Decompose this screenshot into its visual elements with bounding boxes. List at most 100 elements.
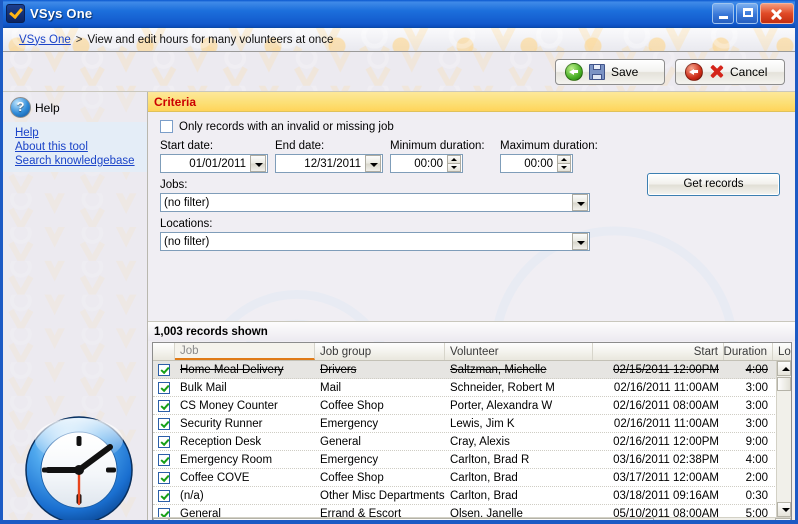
start-date-value: 01/01/2011 bbox=[189, 157, 246, 170]
cell-vol: Carlton, Brad bbox=[450, 489, 518, 502]
jobs-select[interactable]: (no filter) bbox=[160, 193, 590, 212]
row-checkbox-cell[interactable] bbox=[153, 507, 175, 517]
row-checkbox[interactable] bbox=[158, 471, 170, 484]
cell-duration: 4:00 bbox=[745, 363, 768, 376]
row-checkbox[interactable] bbox=[158, 399, 170, 412]
window-controls bbox=[712, 3, 795, 24]
get-records-button[interactable]: Get records bbox=[647, 173, 780, 196]
main-pane: Criteria Only records with an invalid or… bbox=[148, 92, 795, 524]
cell-job: General bbox=[180, 507, 221, 518]
row-checkbox[interactable] bbox=[158, 507, 170, 517]
table-row[interactable]: CS Money Counter Coffee Shop Porter, Alexa… bbox=[153, 397, 791, 415]
invalid-job-checkbox-row[interactable]: Only records with an invalid or missing … bbox=[160, 120, 795, 133]
scroll-right-button[interactable] bbox=[775, 518, 791, 520]
column-header-location[interactable]: Location bbox=[773, 343, 791, 360]
sidebar-link-about-this-tool[interactable]: About this tool bbox=[3, 140, 147, 154]
close-button[interactable] bbox=[760, 3, 794, 24]
column-header-start[interactable]: Start bbox=[593, 343, 724, 360]
cell-group: Mail bbox=[320, 381, 342, 394]
row-checkbox-cell[interactable] bbox=[153, 435, 175, 448]
row-checkbox-cell[interactable] bbox=[153, 489, 175, 502]
start-date-label: Start date: bbox=[160, 140, 214, 152]
save-button-label: Save bbox=[611, 64, 639, 79]
table-row[interactable]: Coffee COVE Coffee Shop Carlton, Brad 03/17… bbox=[153, 469, 791, 487]
horizontal-scrollbar-thumb[interactable] bbox=[169, 518, 654, 520]
end-date-chevron-down-icon[interactable] bbox=[365, 155, 381, 172]
scroll-down-button[interactable] bbox=[777, 502, 791, 517]
table-row[interactable]: General Errand & Escort Olsen, Janelle 05/1… bbox=[153, 505, 791, 517]
back-arrow-green-icon bbox=[565, 62, 583, 81]
cell-duration: 3:00 bbox=[745, 399, 768, 412]
table-row[interactable]: (n/a) Other Misc Departments Carlton, Brad… bbox=[153, 487, 791, 505]
minimum-duration-field: Minimum duration: 00:00 bbox=[390, 140, 500, 173]
sidebar-help-title: Help bbox=[35, 100, 60, 115]
vertical-scrollbar-thumb[interactable] bbox=[777, 377, 791, 391]
table-row[interactable]: Emergency Room Emergency Carlton, Brad R 03… bbox=[153, 451, 791, 469]
cell-start: 05/10/2011 08:00AM bbox=[613, 507, 719, 518]
horizontal-scrollbar[interactable] bbox=[153, 517, 791, 520]
table-row[interactable]: Security Runner Emergency Lewis, Jim K 02/1… bbox=[153, 415, 791, 433]
locations-select[interactable]: (no filter) bbox=[160, 232, 590, 251]
row-checkbox-cell[interactable] bbox=[153, 399, 175, 412]
scroll-up-button[interactable] bbox=[777, 361, 791, 376]
cell-duration: 4:00 bbox=[745, 453, 768, 466]
column-header-job[interactable]: Job bbox=[175, 343, 315, 360]
resize-grip[interactable] bbox=[777, 520, 791, 524]
column-header-vol[interactable]: Volunteer bbox=[445, 343, 593, 360]
locations-label: Locations: bbox=[160, 218, 213, 230]
breadcrumb-root-link[interactable]: VSys One bbox=[19, 34, 71, 46]
cell-start: 02/16/2011 11:00AM bbox=[613, 381, 719, 394]
cell-group: General bbox=[320, 435, 361, 448]
cell-duration: 3:00 bbox=[745, 381, 768, 394]
column-header-group[interactable]: Job group bbox=[315, 343, 445, 360]
cell-duration: 2:00 bbox=[745, 471, 768, 484]
minimum-duration-stepper[interactable] bbox=[447, 155, 461, 172]
maximum-duration-stepper[interactable] bbox=[557, 155, 571, 172]
sidebar-link-help[interactable]: Help bbox=[3, 126, 147, 140]
row-checkbox-cell[interactable] bbox=[153, 453, 175, 466]
minimize-button[interactable] bbox=[712, 3, 734, 24]
row-checkbox[interactable] bbox=[158, 489, 170, 502]
maximum-duration-input[interactable]: 00:00 bbox=[500, 154, 573, 173]
column-header-select-all[interactable] bbox=[153, 343, 175, 360]
row-checkbox-cell[interactable] bbox=[153, 417, 175, 430]
criteria-body: Only records with an invalid or missing … bbox=[148, 112, 795, 257]
vertical-scrollbar[interactable] bbox=[776, 361, 791, 517]
maximize-button[interactable] bbox=[736, 3, 758, 24]
row-checkbox[interactable] bbox=[158, 363, 170, 376]
row-checkbox[interactable] bbox=[158, 417, 170, 430]
row-checkbox-cell[interactable] bbox=[153, 471, 175, 484]
locations-chevron-down-icon[interactable] bbox=[572, 233, 588, 250]
sidebar-link-search-knowledgebase[interactable]: Search knowledgebase bbox=[3, 154, 147, 168]
horizontal-scrollbar-track[interactable] bbox=[169, 518, 775, 520]
minimum-duration-input[interactable]: 00:00 bbox=[390, 154, 463, 173]
minimize-icon bbox=[713, 4, 733, 23]
table-row[interactable]: Home Meal Delivery Drivers Saltzman, Miche… bbox=[153, 361, 791, 379]
table-row[interactable]: Reception Desk General Cray, Alexis 02/16/2… bbox=[153, 433, 791, 451]
scroll-left-button[interactable] bbox=[153, 518, 169, 520]
start-date-input[interactable]: 01/01/2011 bbox=[160, 154, 268, 173]
start-date-chevron-down-icon[interactable] bbox=[250, 155, 266, 172]
floppy-disk-icon bbox=[589, 63, 605, 80]
end-date-input[interactable]: 12/31/2011 bbox=[275, 154, 383, 173]
vsys-one-window: VSys One VSys One > View and edit hours … bbox=[0, 0, 798, 524]
cell-vol: Porter, Alexandra W bbox=[450, 399, 553, 412]
column-header-duration[interactable]: Duration bbox=[724, 343, 773, 360]
row-checkbox[interactable] bbox=[158, 381, 170, 394]
cell-start: 02/15/2011 12:00PM bbox=[613, 363, 719, 376]
row-checkbox[interactable] bbox=[158, 453, 170, 466]
locations-value: (no filter) bbox=[164, 235, 210, 248]
save-button[interactable]: Save bbox=[555, 58, 665, 85]
row-checkbox-cell[interactable] bbox=[153, 363, 175, 376]
row-checkbox-cell[interactable] bbox=[153, 381, 175, 394]
vsys-shield-icon bbox=[6, 4, 25, 23]
cancel-button[interactable]: Cancel bbox=[675, 58, 785, 85]
records-count-bar: 1,003 records shown bbox=[148, 321, 795, 341]
table-row[interactable]: Bulk Mail Mail Schneider, Robert M 02/16/20… bbox=[153, 379, 791, 397]
minimum-duration-value: 00:00 bbox=[414, 157, 443, 170]
criteria-field-row: Start date: 01/01/2011 End date: 12/31/2… bbox=[160, 140, 795, 173]
row-checkbox[interactable] bbox=[158, 435, 170, 448]
invalid-job-checkbox[interactable] bbox=[160, 120, 173, 133]
jobs-chevron-down-icon[interactable] bbox=[572, 194, 588, 211]
title-bar: VSys One bbox=[3, 0, 795, 28]
